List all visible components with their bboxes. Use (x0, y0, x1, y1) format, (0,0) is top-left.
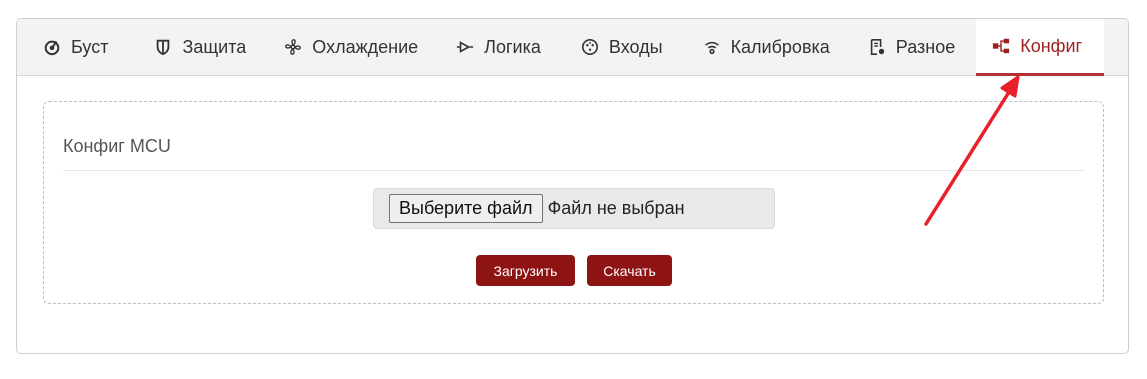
tab-bar: Буст Защита Охлаждение Логика Входы Кали… (17, 19, 1128, 76)
divider (63, 170, 1085, 171)
tab-label: Охлаждение (312, 36, 419, 57)
sitemap-icon (990, 35, 1012, 57)
tab-label: Конфиг (1020, 35, 1083, 56)
connector-icon (579, 36, 601, 58)
card-title: Конфиг MCU (63, 136, 171, 156)
tab-inputs[interactable]: Входы (541, 19, 663, 75)
download-button[interactable]: Скачать (587, 255, 672, 286)
tab-logic[interactable]: Логика (418, 19, 541, 75)
file-status: Файл не выбран (547, 198, 685, 218)
file-input[interactable]: Выберите файл Файл не выбран (373, 188, 775, 229)
tab-config[interactable]: Конфиг (976, 19, 1105, 76)
tab-label: Входы (608, 36, 663, 57)
tab-boost[interactable]: Буст (17, 19, 108, 75)
choose-file-button[interactable]: Выберите файл (389, 194, 543, 223)
tab-label: Калибровка (730, 36, 830, 57)
logic-gate-icon (454, 36, 476, 58)
tab-label: Логика (484, 36, 541, 57)
tab-misc[interactable]: Разное (830, 19, 955, 75)
tab-label: Защита (182, 36, 247, 57)
fan-icon (282, 36, 304, 58)
tab-calibration[interactable]: Калибровка (663, 19, 830, 75)
upload-button[interactable]: Загрузить (476, 255, 575, 286)
signal-icon (701, 36, 723, 58)
settings-panel: Буст Защита Охлаждение Логика Входы Кали… (16, 18, 1129, 354)
tab-label: Буст (71, 36, 109, 57)
gauge-icon (41, 36, 63, 58)
document-gear-icon (866, 36, 888, 58)
tab-protection[interactable]: Защита (108, 19, 246, 75)
config-mcu-card: Конфиг MCU Выберите файл Файл не выбран … (43, 101, 1104, 304)
tab-cooling[interactable]: Охлаждение (246, 19, 418, 75)
tab-label: Разное (895, 36, 956, 57)
shield-icon (152, 36, 174, 58)
